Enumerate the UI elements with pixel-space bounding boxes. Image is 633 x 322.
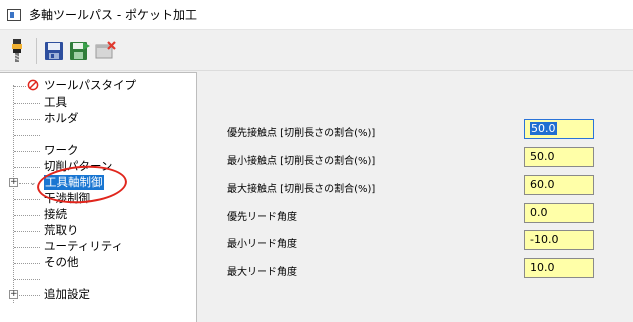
tree-connector [14, 199, 40, 200]
param-label-max-lead: 最大リード角度 [227, 267, 297, 278]
max-lead-angle-input[interactable]: 10.0 [524, 258, 594, 278]
window-title: 多軸ツールパス - ポケット加工 [29, 8, 197, 22]
param-label-min-contact: 最小接触点 [切削長さの割合(%)] [227, 156, 376, 167]
no-entry-icon [27, 79, 39, 94]
parameters-panel: 優先接触点 [切削長さの割合(%)] 50.0 最小接触点 [切削長さの割合(%… [198, 72, 633, 322]
param-label-preferred-lead: 優先リード角度 [227, 212, 297, 223]
param-label-preferred-contact: 優先接触点 [切削長さの割合(%)] [227, 128, 376, 139]
tree-item-misc[interactable]: その他 [44, 255, 79, 270]
tree-connector [14, 167, 40, 168]
tree-connector [14, 135, 40, 136]
tree-connector [14, 279, 40, 280]
tree-connector [14, 119, 40, 120]
input-value: 50.0 [530, 122, 557, 135]
tree-connector [14, 231, 40, 232]
save-all-icon[interactable] [67, 37, 93, 65]
param-label-max-contact: 最大接触点 [切削長さの割合(%)] [227, 184, 376, 195]
tree-item-linking[interactable]: 接続 [44, 207, 67, 222]
tree-connector [14, 215, 40, 216]
close-doc-icon[interactable] [93, 37, 119, 65]
tree-item-toolpath-type[interactable]: ツールパスタイプ [44, 78, 136, 93]
title-bar: 多軸ツールパス - ポケット加工 [0, 0, 633, 30]
chevron-down-icon: ⌄ [29, 178, 37, 188]
settings-tree: ツールパスタイプ 工具 ホルダ ワーク 切削パターン + ⌄ 工具軸制御 干渉制… [0, 72, 197, 322]
app-icon [7, 8, 21, 21]
preferred-lead-angle-input[interactable]: 0.0 [524, 203, 594, 223]
tree-guide-line [13, 85, 14, 303]
max-contact-input[interactable]: 60.0 [524, 175, 594, 195]
expand-toggle[interactable]: + [9, 290, 18, 299]
preferred-contact-input[interactable]: 50.0 [524, 119, 594, 139]
toolbar-separator [36, 37, 37, 64]
tree-item-workpiece[interactable]: ワーク [44, 143, 79, 158]
save-icon[interactable] [41, 37, 67, 65]
tree-item-roughing[interactable]: 荒取り [44, 223, 79, 238]
tree-connector [14, 103, 40, 104]
tree-item-additional-settings[interactable]: 追加設定 [44, 287, 90, 302]
expand-toggle[interactable]: + [9, 178, 18, 187]
tree-item-utility[interactable]: ユーティリティ [44, 239, 123, 254]
tree-connector [19, 295, 40, 296]
tree-item-holder[interactable]: ホルダ [44, 111, 79, 126]
tree-connector [19, 183, 29, 184]
tree-connector [14, 86, 26, 87]
min-lead-angle-input[interactable]: -10.0 [524, 230, 594, 250]
tree-connector [14, 263, 40, 264]
tree-connector [14, 247, 40, 248]
toolbar [0, 31, 633, 71]
tree-item-tool[interactable]: 工具 [44, 95, 67, 110]
tree-connector [14, 151, 40, 152]
param-label-min-lead: 最小リード角度 [227, 239, 297, 250]
min-contact-input[interactable]: 50.0 [524, 147, 594, 167]
tool-icon[interactable] [4, 37, 30, 65]
